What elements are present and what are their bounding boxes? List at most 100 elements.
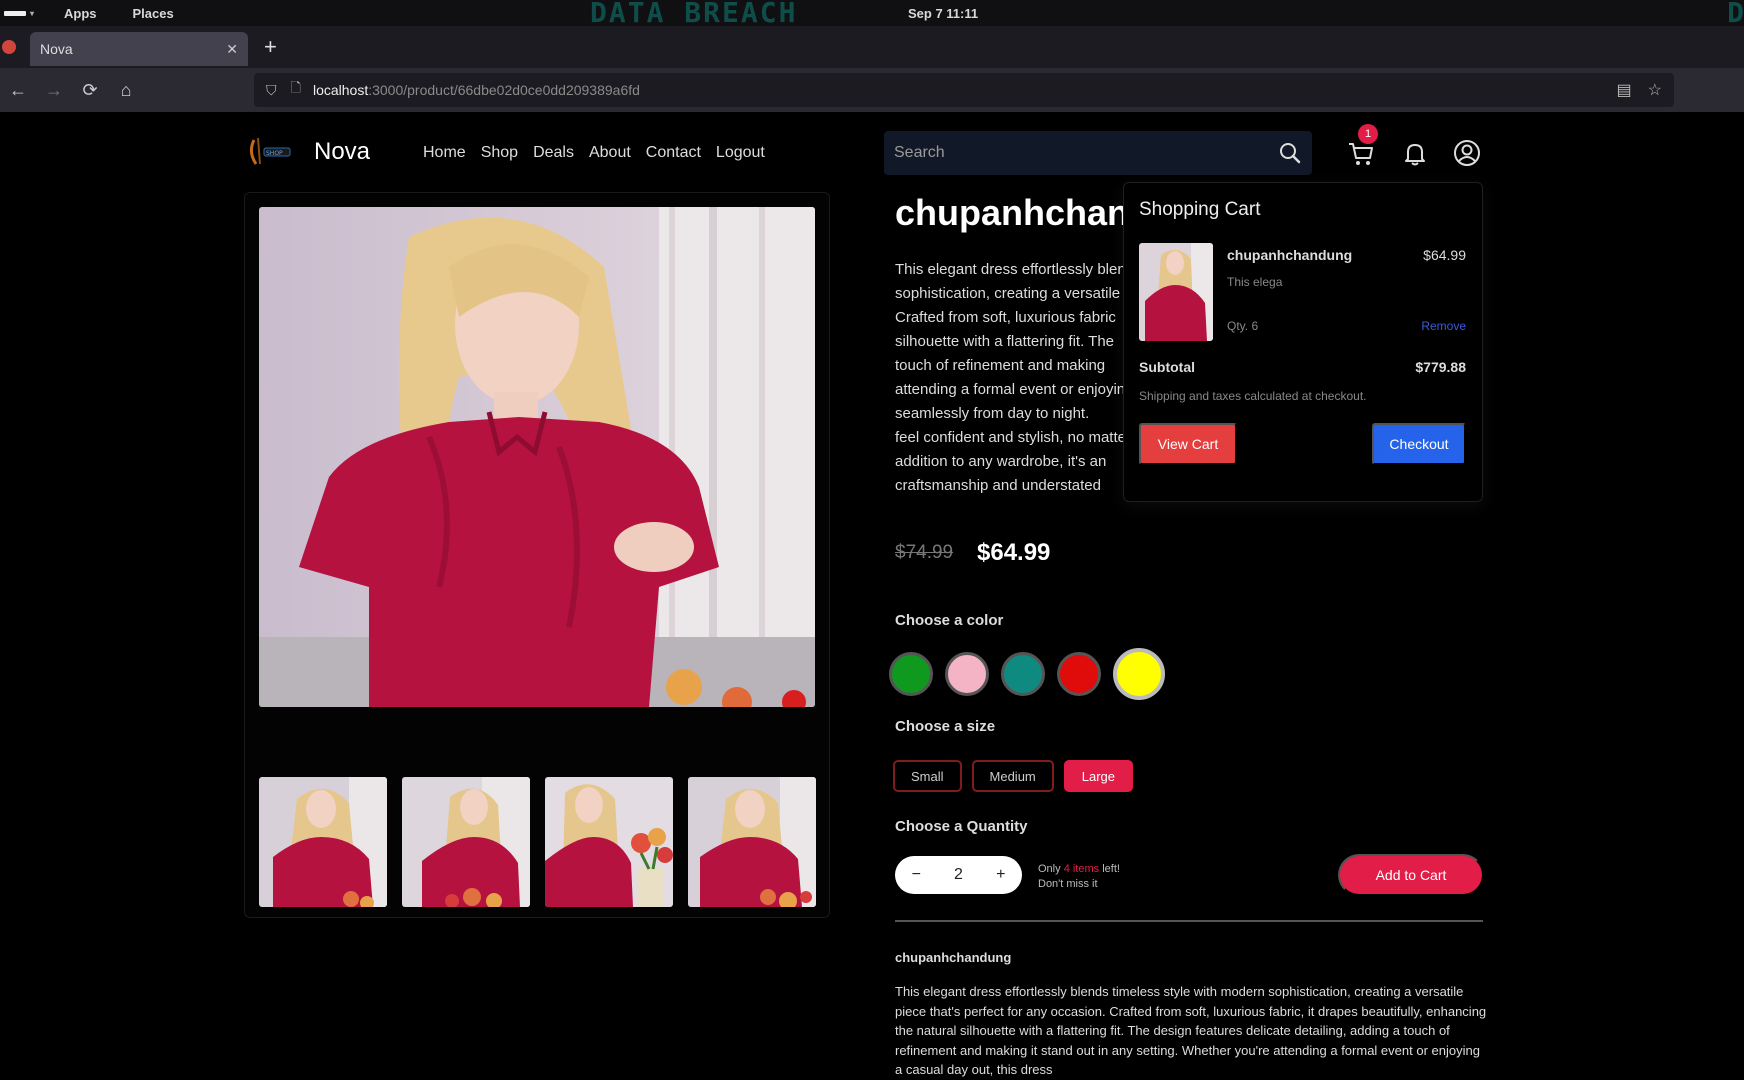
os-top-bar: ▾ Apps Places DATA BREACH Sep 7 11:11 D	[0, 0, 1744, 29]
product-description: This elegant dress effortlessly blends t…	[895, 984, 1487, 1077]
desktop-corner-mark: D	[1727, 0, 1744, 29]
thumbnail-3[interactable]	[545, 777, 673, 907]
cart-item-remove-link[interactable]: Remove	[1421, 319, 1466, 333]
firefox-icon[interactable]	[2, 40, 16, 54]
stock-pre: Only	[1038, 863, 1064, 875]
thumbnail-2[interactable]	[402, 777, 530, 907]
size-small-button[interactable]: Small	[893, 760, 962, 792]
color-swatch-red[interactable]	[1057, 652, 1101, 696]
web-page: SHOP Nova Home Shop Deals About Contact …	[0, 112, 1744, 1080]
desc-line: seamlessly from day to night.	[895, 405, 1090, 422]
desc-line: touch of refinement and making	[895, 357, 1106, 374]
stock-post: left!	[1099, 863, 1120, 875]
tab-title: Nova	[40, 41, 73, 57]
browser-tab[interactable]: Nova ✕	[30, 32, 248, 66]
quantity-value[interactable]: 2	[954, 866, 963, 884]
desc-line: silhouette with a flattering fit. The	[895, 333, 1115, 350]
bookmark-star-icon[interactable]: ☆	[1648, 80, 1662, 100]
cart-item-image[interactable]	[1139, 243, 1213, 341]
original-price: $74.99	[895, 542, 954, 563]
cart-item-subtitle: This elega	[1227, 275, 1283, 289]
shop-logo-icon[interactable]: SHOP	[246, 134, 296, 170]
cart-item-name[interactable]: chupanhchandung	[1227, 247, 1352, 263]
stock-line2: Don't miss it	[1038, 878, 1098, 890]
quantity-decrement-button[interactable]: −	[912, 866, 921, 884]
divider	[895, 920, 1483, 922]
nav-shop[interactable]: Shop	[481, 144, 518, 162]
quantity-increment-button[interactable]: +	[996, 866, 1005, 884]
close-icon[interactable]: ✕	[226, 41, 238, 58]
activities-icon[interactable]: ▾	[0, 9, 40, 18]
stock-note: Only 4 items left! Don't miss it	[1038, 862, 1120, 892]
size-medium-button[interactable]: Medium	[971, 760, 1054, 792]
site-header: SHOP Nova Home Shop Deals About Contact …	[246, 124, 1482, 180]
shield-icon[interactable]: ⛉	[266, 82, 277, 99]
main-nav: Home Shop Deals About Contact Logout	[423, 144, 765, 162]
nav-about[interactable]: About	[589, 144, 631, 162]
sale-price: $64.99	[977, 539, 1051, 566]
brand-name[interactable]: Nova	[314, 138, 370, 166]
product-short-description: This elegant dress effortlessly blends s…	[895, 258, 1125, 498]
desc-line: addition to any wardrobe, it's an	[895, 453, 1107, 470]
color-swatch-green[interactable]	[889, 652, 933, 696]
back-icon[interactable]: ←	[0, 80, 36, 101]
quantity-label: Choose a Quantity	[895, 818, 1028, 835]
main-product-image[interactable]	[259, 207, 815, 707]
os-menu-apps[interactable]: Apps	[64, 6, 97, 21]
page-info-icon[interactable]: 🗋	[291, 79, 301, 101]
nav-logout[interactable]: Logout	[716, 144, 765, 162]
size-options: Small Medium Large	[893, 760, 1134, 792]
reader-view-icon[interactable]: ▤	[1617, 80, 1632, 100]
url-bar[interactable]: ⛉ 🗋 localhost:3000/product/66dbe02d0ce0d…	[254, 73, 1674, 107]
nav-contact[interactable]: Contact	[646, 144, 701, 162]
desc-line: feel confident and stylish, no matter	[895, 429, 1125, 446]
reload-icon[interactable]: ⟳	[72, 80, 108, 101]
size-large-button[interactable]: Large	[1063, 760, 1134, 792]
color-swatch-pink[interactable]	[945, 652, 989, 696]
color-swatch-yellow[interactable]	[1113, 648, 1165, 700]
subtotal-label: Subtotal	[1139, 359, 1195, 375]
color-swatch-teal[interactable]	[1001, 652, 1045, 696]
color-label: Choose a color	[895, 612, 1004, 629]
product-gallery	[244, 192, 830, 918]
size-label: Choose a size	[895, 718, 996, 735]
desc-line: This elegant dress effortlessly blends	[895, 261, 1125, 278]
home-icon[interactable]: ⌂	[108, 80, 144, 101]
view-cart-button[interactable]: View Cart	[1139, 423, 1237, 465]
url-host: localhost	[312, 82, 369, 98]
browser-tab-strip: Nova ✕ +	[0, 26, 1744, 68]
shopping-cart-dropdown: Shopping Cart chupanhchandung $64.99 Thi…	[1123, 182, 1483, 502]
quantity-stepper: − 2 +	[895, 856, 1022, 894]
desc-line: sophistication, creating a versatile	[895, 285, 1121, 302]
cart-title: Shopping Cart	[1139, 199, 1261, 220]
url-path: :3000/product/66dbe02d0ce0dd209389a6fd	[368, 82, 640, 98]
stock-count: 4 items	[1063, 863, 1100, 875]
description-heading: chupanhchandung	[895, 950, 1012, 965]
bell-icon[interactable]	[1400, 138, 1430, 168]
browser-toolbar: ← → ⟳ ⌂ ⛉ 🗋 localhost:3000/product/66dbe…	[0, 68, 1744, 112]
svg-text:SHOP: SHOP	[266, 150, 283, 157]
thumbnail-1[interactable]	[259, 777, 387, 907]
shipping-note: Shipping and taxes calculated at checkou…	[1139, 389, 1367, 403]
thumbnail-4[interactable]	[688, 777, 816, 907]
desktop-watermark: DATA BREACH	[590, 0, 798, 29]
search-icon[interactable]	[1278, 141, 1302, 165]
search-box	[884, 131, 1312, 175]
color-swatches	[889, 648, 1165, 700]
search-input[interactable]	[894, 144, 1278, 162]
os-menu-places[interactable]: Places	[133, 6, 174, 21]
user-account-icon[interactable]	[1452, 138, 1482, 168]
new-tab-icon[interactable]: +	[264, 34, 277, 60]
os-clock[interactable]: Sep 7 11:11	[908, 6, 978, 21]
forward-icon[interactable]: →	[36, 80, 72, 101]
nav-deals[interactable]: Deals	[533, 144, 574, 162]
nav-home[interactable]: Home	[423, 144, 466, 162]
cart-item-quantity: Qty. 6	[1227, 319, 1259, 333]
checkout-button[interactable]: Checkout	[1372, 423, 1466, 465]
add-to-cart-button[interactable]: Add to Cart	[1338, 854, 1484, 896]
cart-item-price: $64.99	[1423, 247, 1466, 263]
subtotal-value: $779.88	[1415, 359, 1466, 375]
cart-count-badge: 1	[1358, 124, 1378, 144]
desc-line: Crafted from soft, luxurious fabric	[895, 309, 1116, 326]
thumbnail-strip	[259, 777, 816, 907]
